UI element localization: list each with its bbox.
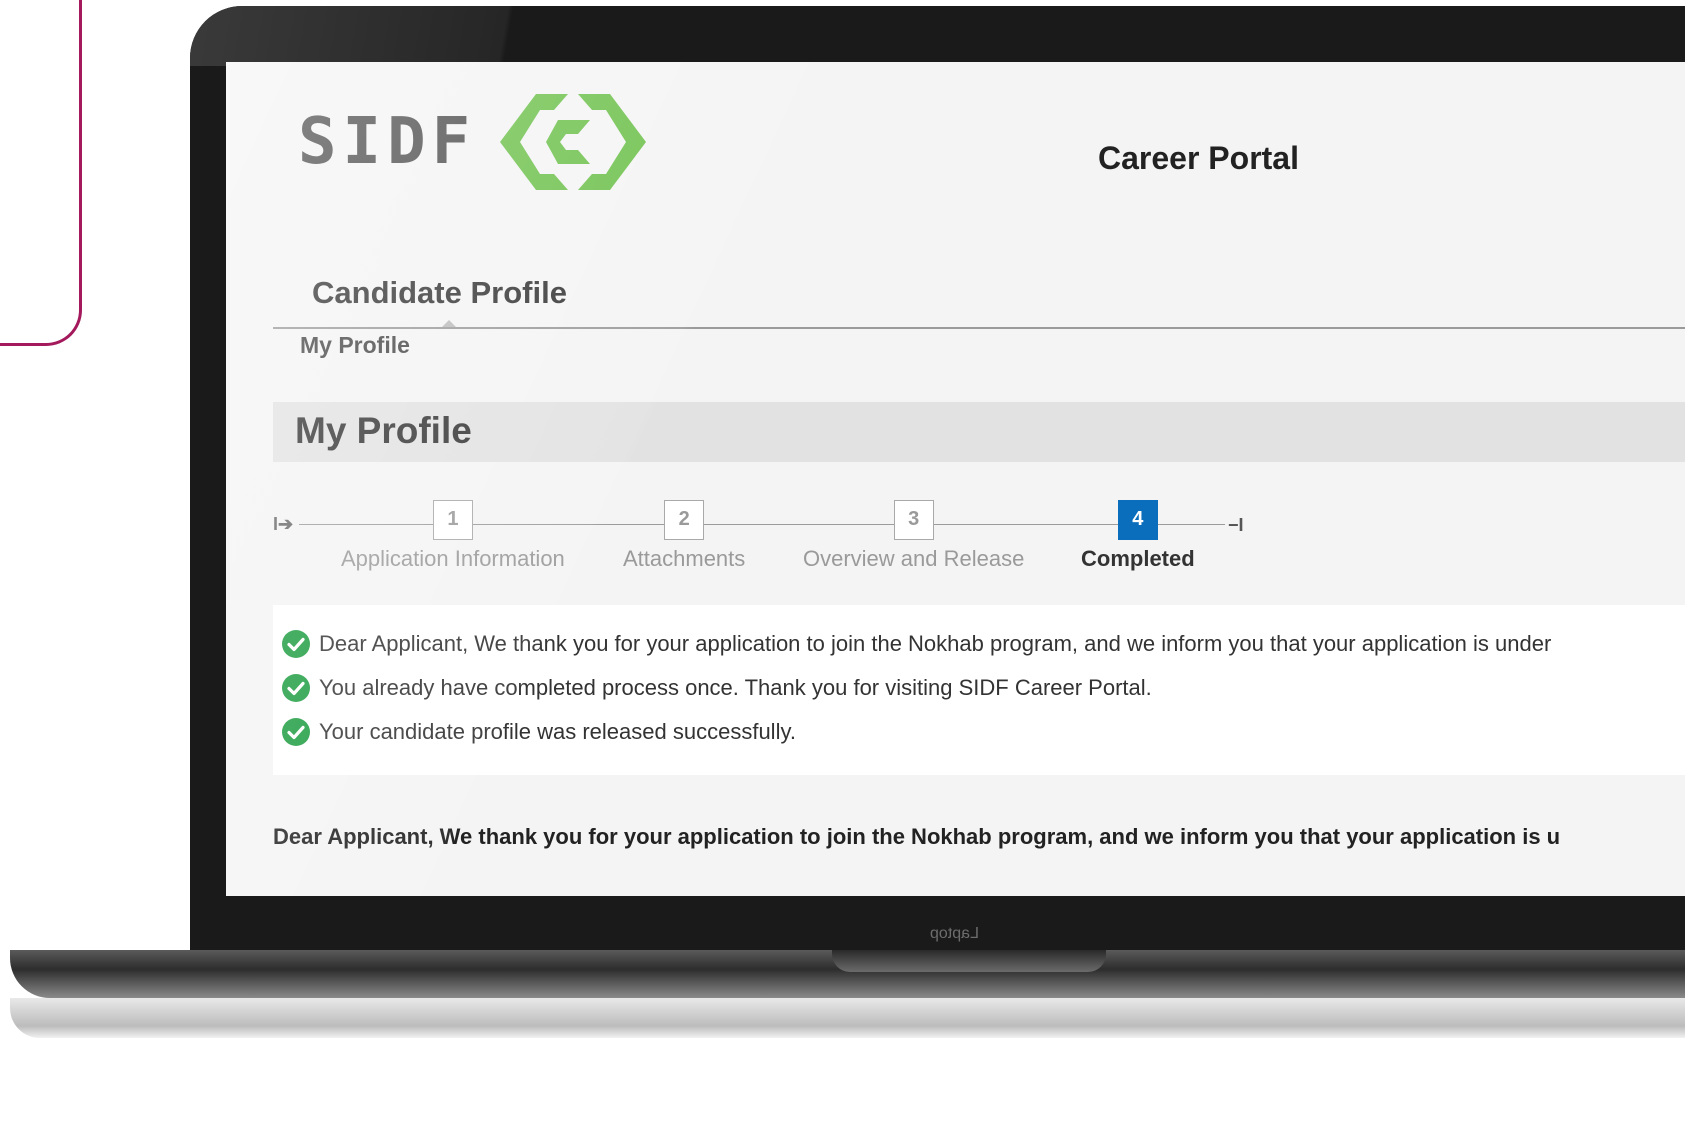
check-circle-icon [282, 630, 310, 658]
success-message: You already have completed process once.… [281, 673, 1152, 703]
success-message: Your candidate profile was released succ… [281, 717, 796, 747]
logo-text: SIDF [298, 105, 477, 179]
message-text: You already have completed process once.… [319, 675, 1152, 700]
step-number: 4 [1117, 500, 1158, 540]
step-completed[interactable]: 4 Completed [1081, 500, 1195, 572]
check-circle-icon [282, 718, 310, 746]
step-label: Completed [1081, 546, 1195, 571]
message-text: Dear Applicant, We thank you for your ap… [319, 631, 1552, 656]
section-divider [273, 327, 1685, 329]
section-caret-icon [442, 320, 456, 327]
decorative-frame [0, 0, 82, 346]
step-label: Attachments [623, 546, 746, 571]
stepper-end-icon: −I [1228, 515, 1244, 535]
step-overview-and-release[interactable]: 3 Overview and Release [803, 500, 1024, 572]
step-attachments[interactable]: 2 Attachments [623, 500, 745, 572]
application-status-text: Dear Applicant, We thank you for your ap… [273, 824, 1561, 849]
portal-title: Career Portal [1098, 140, 1299, 176]
step-number: 1 [432, 500, 473, 540]
sidf-logo[interactable]: SIDF [298, 90, 650, 194]
lid-glare [190, 6, 710, 66]
laptop-hinge-notch [832, 950, 1106, 972]
message-panel: Dear Applicant, We thank you for your ap… [273, 605, 1685, 775]
section-title[interactable]: Candidate Profile [312, 275, 567, 311]
step-application-information[interactable]: 1 Application Information [341, 500, 565, 572]
step-number: 2 [664, 500, 705, 540]
success-message: Dear Applicant, We thank you for your ap… [281, 629, 1551, 659]
message-text: Your candidate profile was released succ… [319, 719, 796, 744]
stepper-start-icon: I➔ [273, 514, 294, 534]
check-circle-icon [282, 674, 310, 702]
step-label: Overview and Release [803, 546, 1025, 571]
sidf-logo-mark-icon [500, 94, 647, 190]
step-label: Application Information [341, 546, 565, 571]
page-title: My Profile [295, 410, 472, 451]
laptop-label: Laptop [930, 925, 979, 942]
page-header: My Profile [273, 402, 1685, 462]
laptop-screen: SIDF Career Portal Candidate Profile My … [226, 62, 1685, 896]
breadcrumb-my-profile[interactable]: My Profile [300, 332, 410, 359]
laptop-foot [10, 998, 1685, 1038]
step-number: 3 [893, 500, 934, 540]
progress-stepper: I➔ −I 1 Application Information 2 Attach… [273, 500, 1273, 580]
